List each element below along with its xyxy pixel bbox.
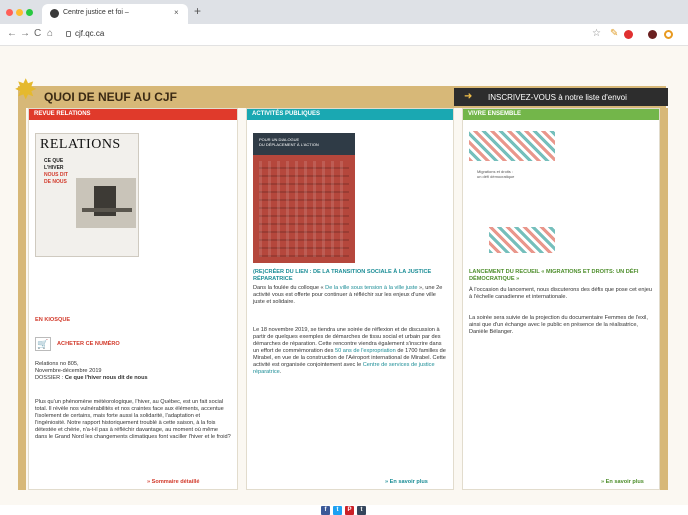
launch-intro: À l'occasion du lancement, nous discuter…: [469, 287, 652, 300]
address-bar[interactable]: cjf.qc.ca: [75, 29, 104, 38]
sunburst-icon: ✸: [14, 74, 38, 105]
tab-title: Centre justice et foi –: [63, 9, 129, 16]
launch-more-link[interactable]: » En savoir plus: [601, 479, 644, 485]
home-button[interactable]: ⌂: [47, 28, 53, 40]
event-poster[interactable]: POUR UN DIALOGUE DU DÉPLACEMENT À L'ACTI…: [253, 133, 355, 263]
back-button[interactable]: ←: [7, 28, 17, 40]
cart-icon[interactable]: 🛒: [35, 337, 51, 351]
launch-details: La soirée sera suivie de la projection d…: [469, 315, 648, 335]
arrow-right-icon: ➜: [464, 91, 473, 102]
card-activites-publiques: ACTIVITÉS PUBLIQUES POUR UN DIALOGUE DU …: [246, 108, 454, 490]
cover-title: RELATIONS: [40, 137, 121, 152]
favicon-icon: [50, 9, 59, 18]
event-more-link[interactable]: » En savoir plus: [385, 479, 428, 485]
facebook-icon[interactable]: f: [321, 506, 330, 515]
twitter-icon[interactable]: t: [333, 506, 342, 515]
page-content: ✸ QUOI DE NEUF AU CJF ➜ INSCRIVEZ-VOUS à…: [0, 46, 688, 515]
magazine-cover[interactable]: RELATIONS CE QUE L'HIVER NOUS DIT DE NOU…: [35, 133, 139, 257]
menu-icon[interactable]: [664, 30, 673, 39]
newsletter-signup-button[interactable]: ➜ INSCRIVEZ-VOUS à notre liste d'envoi: [454, 88, 668, 106]
lock-icon: [66, 31, 71, 37]
expropriation-link[interactable]: 50 ans de l'expropriation: [335, 348, 396, 354]
close-window-button[interactable]: [6, 9, 13, 16]
card-revue-relations: REVUE RELATIONS RELATIONS CE QUE L'HIVER…: [28, 108, 238, 490]
card-vivre-ensemble: VIVRE ENSEMBLE Migrations et droits : un…: [462, 108, 660, 490]
tumblr-icon[interactable]: t: [357, 506, 366, 515]
buy-issue-link[interactable]: ACHETER CE NUMÉRO: [57, 341, 120, 348]
poster-banner: POUR UN DIALOGUE DU DÉPLACEMENT À L'ACTI…: [253, 133, 355, 155]
card-header: REVUE RELATIONS: [29, 109, 237, 120]
event-details: Le 18 novembre 2019, se tiendra une soir…: [253, 327, 446, 375]
book-cover[interactable]: Migrations et droits : un défi démocrati…: [469, 131, 555, 255]
issue-description: Plus qu'un phénomène météorologique, l'h…: [35, 399, 231, 440]
pen-extension-icon[interactable]: ✎: [610, 28, 618, 39]
reload-button[interactable]: C: [34, 28, 41, 40]
colloque-link[interactable]: De la ville sous tension à la ville just…: [325, 285, 417, 291]
browser-toolbar: ← → C ⌂ cjf.qc.ca ☆ ✎: [0, 24, 688, 46]
mosaic-pattern-bottom: [489, 227, 555, 253]
tab-bar: Centre justice et foi – × +: [0, 0, 688, 24]
poster-image: [259, 161, 349, 257]
summary-link[interactable]: » Sommaire détaillé: [147, 479, 200, 485]
profile-avatar[interactable]: [648, 30, 657, 39]
forward-button[interactable]: →: [20, 28, 30, 40]
kiosk-label: EN KIOSQUE: [35, 317, 71, 323]
launch-title-link[interactable]: LANCEMENT DU RECUEIL « MIGRATIONS ET DRO…: [469, 269, 655, 283]
card-header: VIVRE ENSEMBLE: [463, 109, 659, 120]
book-title: Migrations et droits : un défi démocrati…: [477, 169, 515, 179]
card-header: ACTIVITÉS PUBLIQUES: [247, 109, 453, 120]
record-extension-icon[interactable]: [624, 30, 633, 39]
maximize-window-button[interactable]: [26, 9, 33, 16]
cover-headline: CE QUE L'HIVER NOUS DIT DE NOUS: [44, 158, 68, 185]
cover-photo: [76, 178, 136, 228]
tab-close-icon[interactable]: ×: [174, 8, 179, 17]
section-title: QUOI DE NEUF AU CJF: [44, 90, 177, 104]
event-title-link[interactable]: (RE)CRÉER DU LIEN : DE LA TRANSITION SOC…: [253, 269, 449, 283]
section-rail-right: [660, 108, 668, 490]
new-tab-button[interactable]: +: [194, 5, 201, 17]
mosaic-pattern-top: [469, 131, 555, 161]
issue-info: Relations no 805, Novembre-décembre 2019…: [35, 361, 148, 381]
newsletter-label: INSCRIVEZ-VOUS à notre liste d'envoi: [488, 93, 627, 102]
browser-tab[interactable]: Centre justice et foi – ×: [42, 4, 188, 24]
bookmark-star-icon[interactable]: ☆: [592, 28, 601, 39]
event-intro: Dans la foulée du colloque « De la ville…: [253, 285, 443, 305]
pinterest-icon[interactable]: P: [345, 506, 354, 515]
section-rail-left: [18, 108, 26, 490]
minimize-window-button[interactable]: [16, 9, 23, 16]
browser-window: Centre justice et foi – × + ← → C ⌂ cjf.…: [0, 0, 688, 515]
